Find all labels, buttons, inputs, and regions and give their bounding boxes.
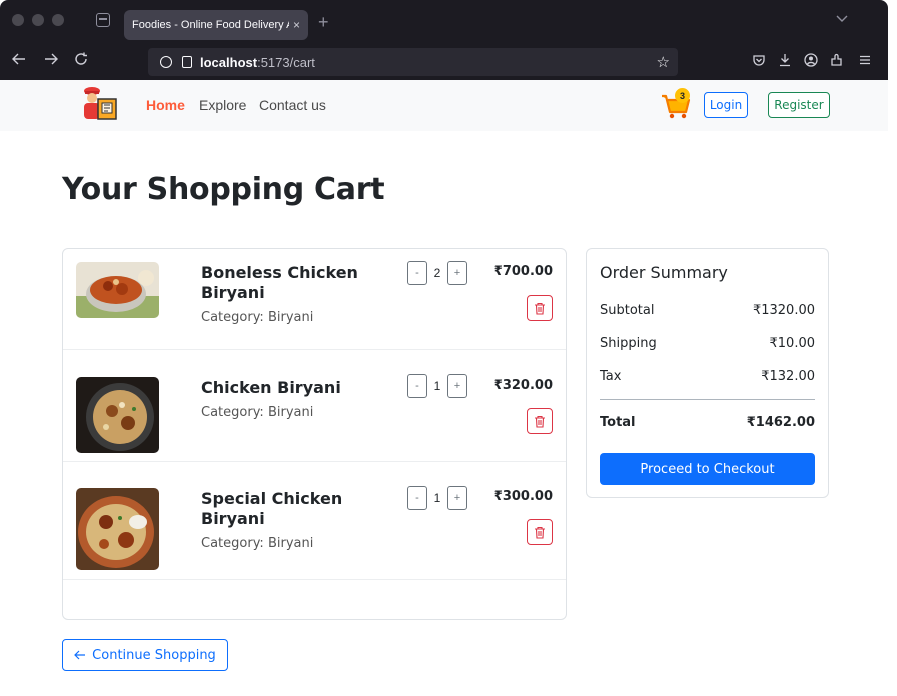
subtotal-value: ₹1320.00 xyxy=(752,303,815,318)
item-image xyxy=(76,377,159,453)
tab-list-icon[interactable] xyxy=(96,13,110,27)
tab-close-icon[interactable]: × xyxy=(293,18,300,32)
menu-icon[interactable] xyxy=(858,53,872,70)
reload-icon[interactable] xyxy=(74,52,88,71)
tax-row: Tax ₹132.00 xyxy=(600,369,815,384)
item-image xyxy=(76,488,159,570)
subtotal-row: Subtotal ₹1320.00 xyxy=(600,303,815,318)
window-controls xyxy=(12,14,64,26)
browser-tab[interactable]: Foodies - Online Food Delivery App × xyxy=(124,10,308,40)
page-title: Your Shopping Cart xyxy=(62,172,385,207)
trash-icon xyxy=(535,415,545,428)
quantity-value: 1 xyxy=(433,491,441,505)
browser-toolbar: localhost:5173/cart ☆ xyxy=(0,44,888,80)
order-summary-card: Order Summary Subtotal ₹1320.00 Shipping… xyxy=(586,248,829,498)
total-value: ₹1462.00 xyxy=(746,415,815,430)
url-host: localhost xyxy=(200,54,258,70)
item-price: ₹300.00 xyxy=(493,489,553,504)
item-category: Category: Biryani xyxy=(201,536,314,551)
cart-count-badge: 3 xyxy=(675,88,690,103)
quantity-stepper: - 1 + xyxy=(407,374,467,398)
continue-shopping-label: Continue Shopping xyxy=(92,647,216,663)
pocket-icon[interactable] xyxy=(752,53,766,70)
app-navbar: Home Explore Contact us 3 Login Register xyxy=(0,80,888,131)
decrease-quantity-button[interactable]: - xyxy=(407,374,427,398)
login-button[interactable]: Login xyxy=(704,92,748,118)
item-image xyxy=(76,262,159,318)
tax-value: ₹132.00 xyxy=(761,369,815,384)
summary-divider xyxy=(600,399,815,400)
increase-quantity-button[interactable]: + xyxy=(447,374,467,398)
tax-label: Tax xyxy=(600,369,622,384)
page-info-icon[interactable] xyxy=(182,56,192,68)
quantity-value: 2 xyxy=(433,266,441,280)
new-tab-button[interactable]: + xyxy=(318,12,329,32)
item-price: ₹700.00 xyxy=(493,264,553,279)
foodies-logo-icon[interactable] xyxy=(80,85,120,123)
trash-icon xyxy=(535,302,545,315)
decrease-quantity-button[interactable]: - xyxy=(407,261,427,285)
account-icon[interactable] xyxy=(804,53,818,70)
order-summary-title: Order Summary xyxy=(600,263,728,282)
url-path: :5173/cart xyxy=(257,54,315,70)
quantity-stepper: - 2 + xyxy=(407,261,467,285)
shipping-label: Shipping xyxy=(600,336,657,351)
increase-quantity-button[interactable]: + xyxy=(447,261,467,285)
tracking-shield-icon[interactable] xyxy=(160,56,172,68)
arrow-left-icon xyxy=(74,650,86,660)
address-bar[interactable]: localhost:5173/cart ☆ xyxy=(148,48,678,76)
shipping-row: Shipping ₹10.00 xyxy=(600,336,815,351)
register-button[interactable]: Register xyxy=(768,92,830,118)
close-window-button[interactable] xyxy=(12,14,24,26)
item-category: Category: Biryani xyxy=(201,405,314,420)
cart-item: Boneless Chicken Biryani Category: Birya… xyxy=(63,249,566,350)
forward-arrow-icon[interactable] xyxy=(44,52,58,71)
remove-item-button[interactable] xyxy=(527,295,553,321)
cart-items-card: Boneless Chicken Biryani Category: Birya… xyxy=(62,248,567,620)
browser-titlebar: Foodies - Online Food Delivery App × + xyxy=(0,0,888,44)
tab-title: Foodies - Online Food Delivery App xyxy=(132,19,289,31)
item-category: Category: Biryani xyxy=(201,310,314,325)
quantity-value: 1 xyxy=(433,379,441,393)
item-name: Special Chicken Biryani xyxy=(201,489,343,528)
downloads-icon[interactable] xyxy=(778,53,792,70)
nav-link-home[interactable]: Home xyxy=(146,97,185,113)
subtotal-label: Subtotal xyxy=(600,303,655,318)
shipping-value: ₹10.00 xyxy=(769,336,816,351)
proceed-to-checkout-button[interactable]: Proceed to Checkout xyxy=(600,453,815,485)
cart-item: Special Chicken Biryani Category: Biryan… xyxy=(63,462,566,580)
extensions-icon[interactable] xyxy=(830,53,844,70)
minimize-window-button[interactable] xyxy=(32,14,44,26)
bookmark-star-icon[interactable]: ☆ xyxy=(657,53,670,71)
cart-button[interactable]: 3 xyxy=(660,88,694,122)
nav-link-explore[interactable]: Explore xyxy=(199,97,246,113)
increase-quantity-button[interactable]: + xyxy=(447,486,467,510)
browser-window: Foodies - Online Food Delivery App × + l… xyxy=(0,0,888,80)
decrease-quantity-button[interactable]: - xyxy=(407,486,427,510)
quantity-stepper: - 1 + xyxy=(407,486,467,510)
item-price: ₹320.00 xyxy=(493,378,553,393)
tabs-overflow-chevron-icon[interactable] xyxy=(836,14,848,26)
maximize-window-button[interactable] xyxy=(52,14,64,26)
item-name: Chicken Biryani xyxy=(201,378,341,397)
back-arrow-icon[interactable] xyxy=(12,52,26,71)
nav-link-contact[interactable]: Contact us xyxy=(259,97,326,113)
cart-item: Chicken Biryani Category: Biryani - 1 + … xyxy=(63,350,566,462)
remove-item-button[interactable] xyxy=(527,519,553,545)
continue-shopping-button[interactable]: Continue Shopping xyxy=(62,639,228,671)
remove-item-button[interactable] xyxy=(527,408,553,434)
trash-icon xyxy=(535,526,545,539)
total-row: Total ₹1462.00 xyxy=(600,415,815,430)
total-label: Total xyxy=(600,415,636,430)
item-name: Boneless Chicken Biryani xyxy=(201,263,358,302)
